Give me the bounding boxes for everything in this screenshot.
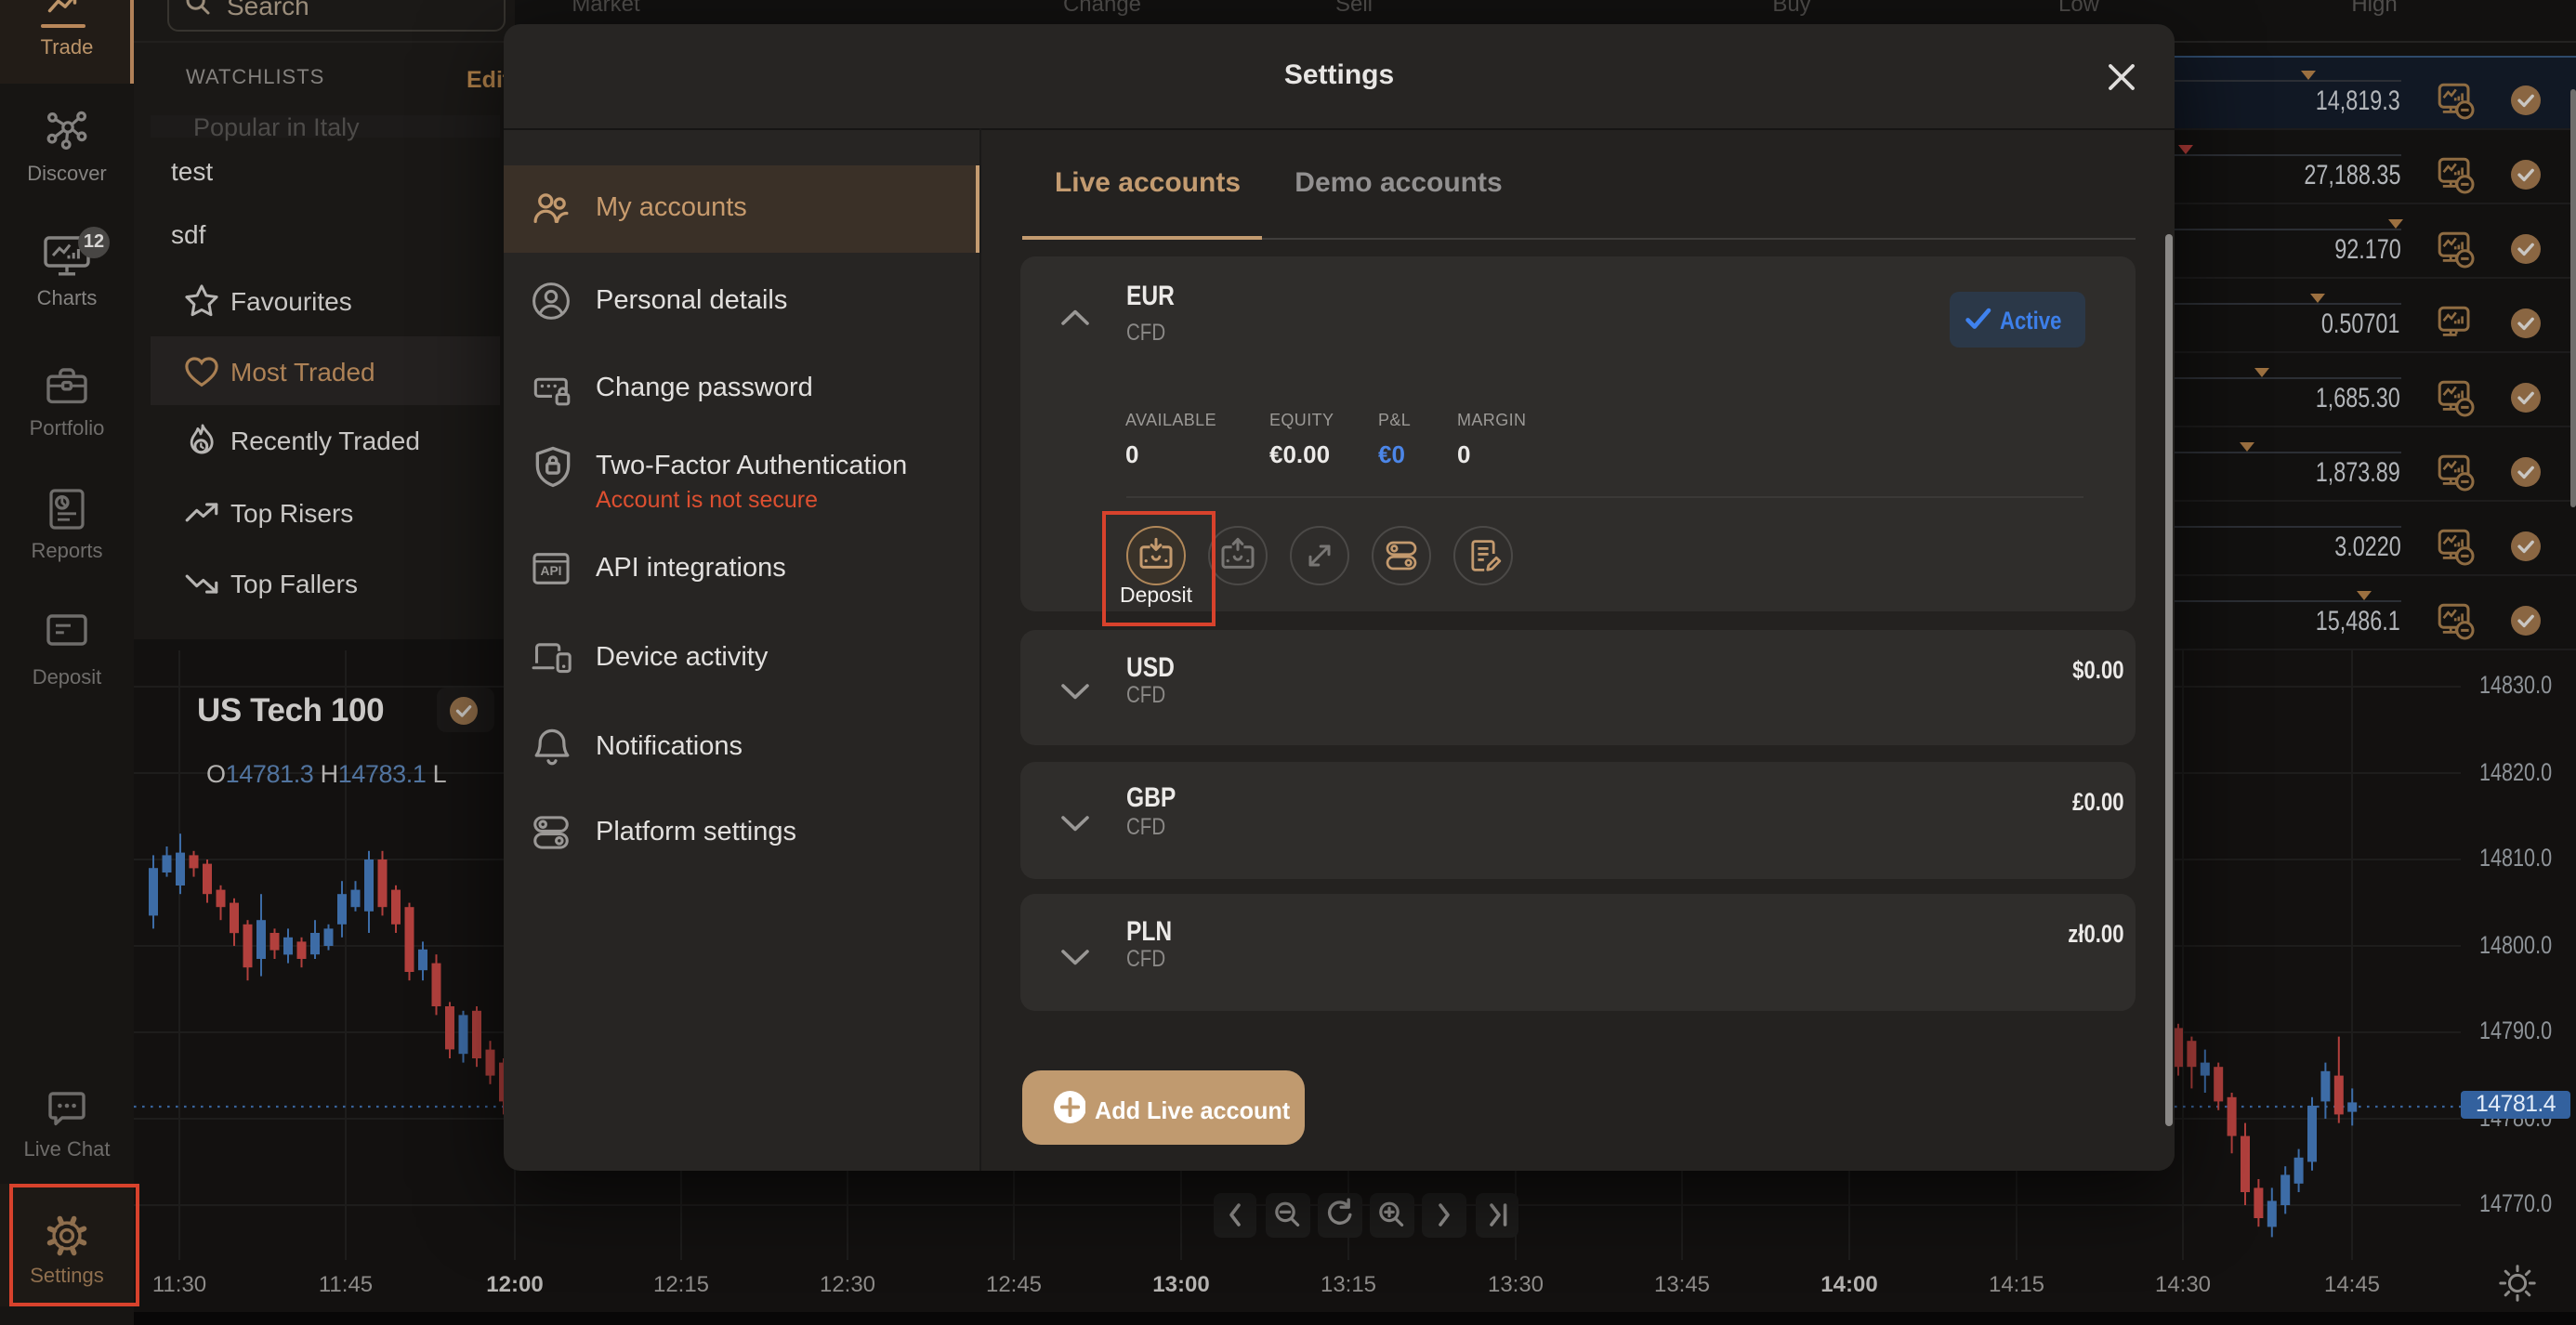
svg-text:API: API: [541, 563, 562, 577]
